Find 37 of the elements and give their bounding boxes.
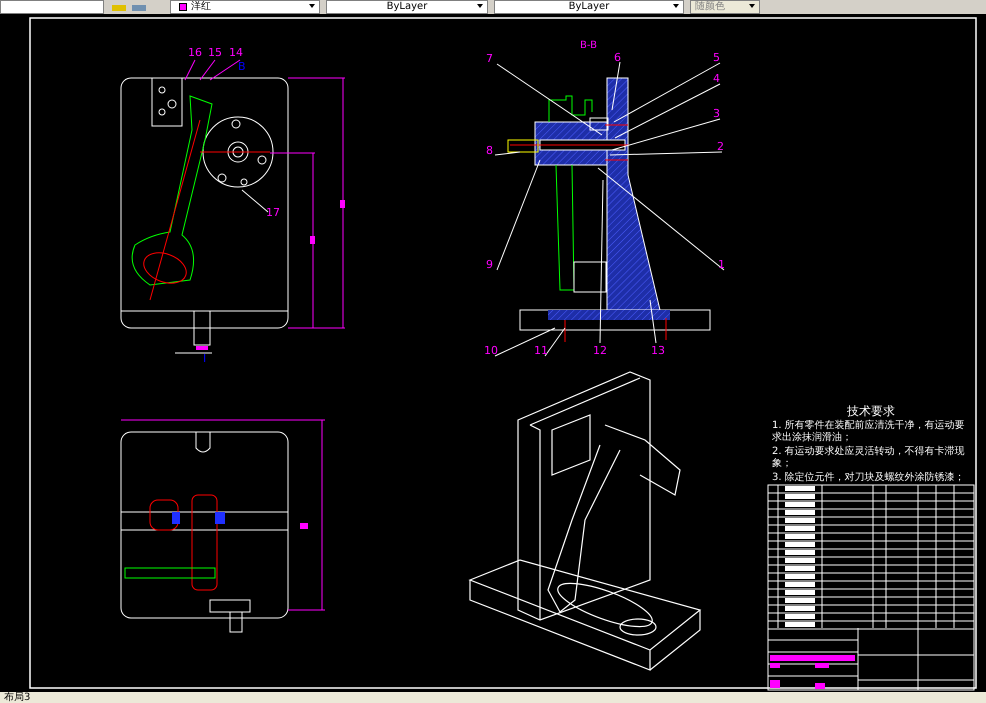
part-number-label: 13 xyxy=(651,344,665,357)
dropdown-arrow-icon xyxy=(673,4,679,8)
leader-line xyxy=(184,60,196,80)
part-number-label: 3 xyxy=(713,107,720,120)
part-number-label: 10 xyxy=(484,344,498,357)
part-number-label: 7 xyxy=(486,52,493,65)
requirement-text: 3. 除定位元件，对刀块及螺纹外涂防锈漆； xyxy=(772,472,966,484)
part-number-label: 9 xyxy=(486,258,493,271)
part-number-label: 15 xyxy=(208,46,222,59)
dropdown-arrow-icon xyxy=(477,4,483,8)
part-number-label: 16 xyxy=(188,46,202,59)
requirement-text: 2. 有运动要求处应灵活转动，不得有卡滞现象； xyxy=(772,446,966,470)
part-number-label: 8 xyxy=(486,144,493,157)
part-number-label: 17 xyxy=(266,206,280,219)
part-number-label: 6 xyxy=(614,51,621,64)
leader-line xyxy=(242,190,268,212)
lineweight-dropdown[interactable]: ByLayer xyxy=(494,0,684,14)
requirements-title: 技术要求 xyxy=(846,404,896,418)
part-number-label: B xyxy=(238,60,246,73)
layout-tab[interactable]: 布局3 xyxy=(0,692,34,702)
color-swatch-icon xyxy=(179,3,187,11)
dropdown-arrow-icon xyxy=(309,4,315,8)
part-number-label: 5 xyxy=(713,51,720,64)
requirement-text: 1. 所有零件在装配前应清洗干净，有运动要求出涂抹润滑油； xyxy=(772,420,966,444)
part-number-label: 1 xyxy=(718,258,725,271)
layer-dropdown[interactable] xyxy=(0,0,104,14)
dropdown-arrow-icon xyxy=(749,4,755,8)
part-number-label: 2 xyxy=(717,140,724,153)
linetype-dropdown[interactable]: ByLayer xyxy=(326,0,488,14)
color-dropdown[interactable]: 洋红 xyxy=(170,0,320,14)
part-number-label: 4 xyxy=(713,72,720,85)
part-number-label: I xyxy=(203,352,206,365)
leader-line xyxy=(494,152,520,156)
part-number-label: 12 xyxy=(593,344,607,357)
part-number-label: 14 xyxy=(229,46,243,59)
section-title: B-B xyxy=(580,40,597,51)
part-number-label: 11 xyxy=(534,344,548,357)
